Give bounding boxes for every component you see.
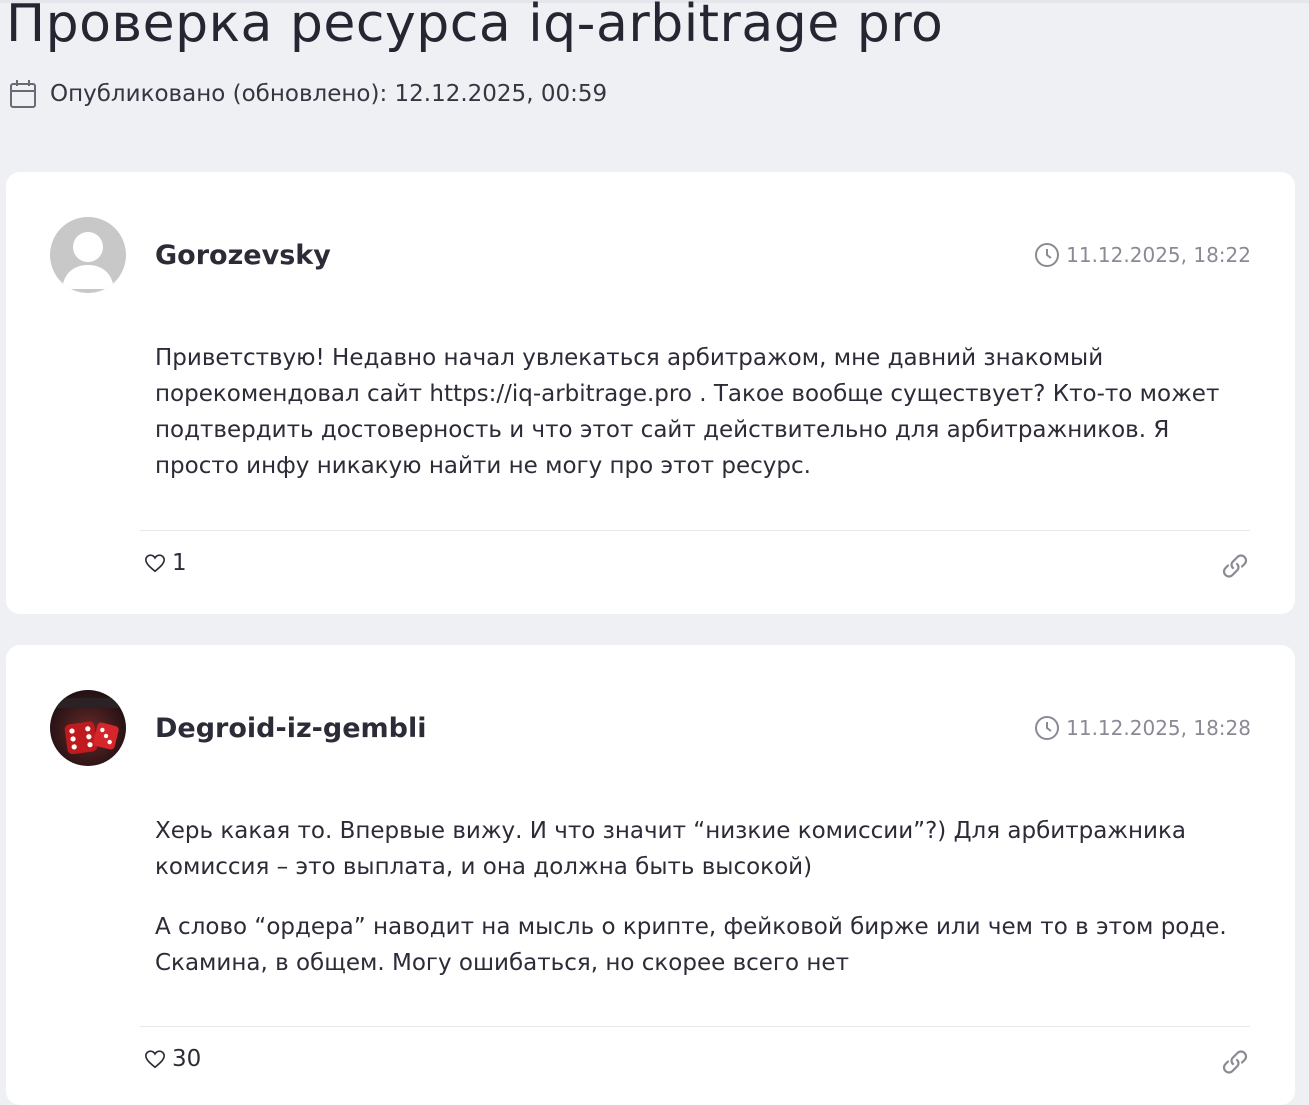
like-count: 30 xyxy=(172,1046,202,1072)
link-icon[interactable] xyxy=(1219,1046,1251,1078)
comment-divider xyxy=(140,1026,1250,1027)
comment-paragraph: А слово “ордера” наводит на мысль о крип… xyxy=(155,914,1227,976)
clock-icon xyxy=(1035,716,1060,740)
calendar-icon xyxy=(10,80,36,108)
avatar[interactable] xyxy=(50,690,126,766)
comment-body: Херь какая то. Впервые вижу. И что значи… xyxy=(155,813,1245,1005)
link-icon[interactable] xyxy=(1219,550,1251,582)
heart-icon xyxy=(145,554,165,573)
comment-card: Gorozevsky 11.12.2025, 18:22 Приветствую… xyxy=(6,172,1295,614)
red-dice-avatar-icon xyxy=(50,690,126,766)
page-title: Проверка ресурса iq-arbitrage pro xyxy=(6,0,944,54)
default-user-avatar-icon xyxy=(50,217,126,293)
comment-time-text: 11.12.2025, 18:28 xyxy=(1066,716,1251,740)
like-button[interactable]: 1 xyxy=(144,550,187,576)
comment-paragraph: Приветствую! Недавно начал увлекаться ар… xyxy=(155,345,1220,479)
comment-paragraph: Херь какая то. Впервые вижу. И что значи… xyxy=(155,818,1186,880)
clock-icon xyxy=(1035,243,1060,267)
heart-icon xyxy=(145,1050,165,1069)
comment-divider xyxy=(140,530,1250,531)
comment-author[interactable]: Degroid-iz-gembli xyxy=(155,709,427,749)
comment-time-text: 11.12.2025, 18:22 xyxy=(1066,243,1251,267)
comment-body: Приветствую! Недавно начал увлекаться ар… xyxy=(155,340,1245,508)
comment-card: Degroid-iz-gembli 11.12.2025, 18:28 Херь… xyxy=(6,645,1295,1105)
published-meta: Опубликовано (обновлено): 12.12.2025, 00… xyxy=(8,76,607,112)
comment-author[interactable]: Gorozevsky xyxy=(155,236,331,276)
published-label: Опубликовано (обновлено): 12.12.2025, 00… xyxy=(50,81,608,107)
comment-time: 11.12.2025, 18:22 xyxy=(1034,240,1251,270)
like-button[interactable]: 30 xyxy=(144,1046,201,1072)
avatar[interactable] xyxy=(50,217,126,293)
comment-time: 11.12.2025, 18:28 xyxy=(1034,713,1251,743)
like-count: 1 xyxy=(172,550,187,576)
